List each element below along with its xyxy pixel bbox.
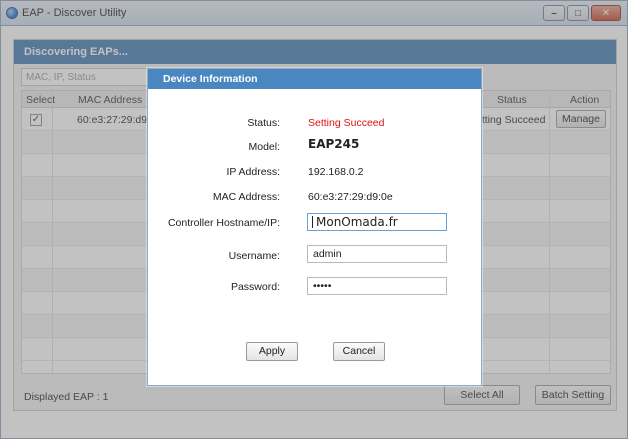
apply-button[interactable]: Apply xyxy=(246,342,298,361)
ip-address-value: 192.168.0.2 xyxy=(308,166,364,178)
text-caret xyxy=(312,216,313,228)
status-value: Setting Succeed xyxy=(308,117,385,129)
username-input[interactable]: admin xyxy=(307,245,447,263)
controller-label: Controller Hostname/IP: xyxy=(167,217,280,229)
controller-hostname-value: MonOmada.fr xyxy=(316,215,398,229)
status-label: Status: xyxy=(247,117,280,129)
mac-address-value: 60:e3:27:29:d9:0e xyxy=(308,191,393,203)
ip-address-label: IP Address: xyxy=(226,166,280,178)
password-input[interactable]: ••••• xyxy=(307,277,447,295)
device-information-dialog: Device Information Status: Setting Succe… xyxy=(147,68,482,386)
username-label: Username: xyxy=(228,250,280,262)
model-label: Model: xyxy=(248,141,280,153)
controller-hostname-input[interactable]: MonOmada.fr xyxy=(307,213,447,231)
mac-address-label: MAC Address: xyxy=(212,191,280,203)
cancel-button[interactable]: Cancel xyxy=(333,342,385,361)
password-label: Password: xyxy=(230,281,280,293)
dialog-title: Device Information xyxy=(148,69,481,89)
model-value: EAP245 xyxy=(308,137,360,151)
